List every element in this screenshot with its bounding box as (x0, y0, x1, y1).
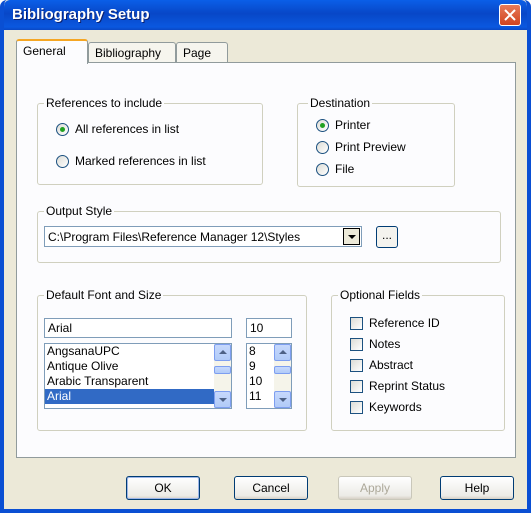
font-list-item[interactable]: Antique Olive (45, 359, 231, 374)
ok-button[interactable]: OK (126, 476, 200, 500)
checkbox-indicator[interactable] (350, 316, 363, 330)
references-group-title: References to include (44, 96, 165, 110)
browse-button[interactable]: ... (376, 226, 398, 248)
radio-marked-references[interactable]: Marked references in list (56, 154, 206, 168)
arrow-up-icon[interactable] (214, 344, 231, 361)
arrow-down-icon[interactable] (214, 391, 231, 408)
font-list-scrollbar[interactable] (214, 344, 231, 408)
cancel-button-label: Cancel (252, 481, 290, 495)
checkbox-keywords-label: Keywords (369, 400, 422, 414)
checkbox-indicator[interactable] (350, 337, 363, 351)
font-list[interactable]: AngsanaUPC Antique Olive Arabic Transparen… (44, 343, 232, 409)
cancel-button[interactable]: Cancel (234, 476, 308, 500)
checkbox-reference-id[interactable]: Reference ID (350, 316, 440, 330)
font-group: Default Font and Size Arial 10 AngsanaUP… (37, 288, 307, 431)
checkbox-notes-label: Notes (369, 337, 401, 351)
font-size-value: 10 (250, 321, 264, 335)
checkbox-keywords[interactable]: Keywords (350, 400, 422, 414)
output-style-value: C:\Program Files\Reference Manager 12\St… (48, 230, 301, 244)
window-title: Bibliography Setup (12, 6, 150, 23)
font-list-item[interactable]: Arial (45, 389, 231, 404)
radio-indicator[interactable] (316, 140, 329, 154)
scroll-thumb[interactable] (214, 366, 231, 374)
optional-fields-group-title: Optional Fields (338, 288, 423, 302)
tab-general-label: General (23, 44, 66, 58)
radio-indicator[interactable] (316, 162, 329, 176)
apply-button: Apply (338, 476, 412, 500)
tab-general[interactable]: General (16, 39, 88, 64)
size-list-scrollbar[interactable] (274, 344, 291, 408)
radio-all-references[interactable]: All references in list (56, 122, 179, 136)
checkbox-indicator[interactable] (350, 400, 363, 414)
help-button[interactable]: Help (440, 476, 514, 500)
radio-file-label: File (335, 162, 355, 176)
output-style-group-title: Output Style (44, 204, 115, 218)
tab-bibliography[interactable]: Bibliography (88, 42, 176, 64)
arrow-up-icon[interactable] (274, 344, 291, 361)
references-group: References to include All references in … (37, 96, 263, 185)
output-style-group: Output Style C:\Program Files\Reference … (37, 204, 501, 263)
font-size-input[interactable]: 10 (246, 318, 292, 338)
tab-page[interactable]: Page (176, 42, 228, 64)
output-style-combo[interactable]: C:\Program Files\Reference Manager 12\St… (44, 226, 362, 247)
close-button[interactable] (499, 4, 521, 26)
ok-button-label: OK (154, 481, 172, 495)
font-group-title: Default Font and Size (44, 288, 164, 302)
checkbox-notes[interactable]: Notes (350, 337, 400, 351)
checkbox-reprint-status[interactable]: Reprint Status (350, 379, 445, 393)
checkbox-reprint-status-label: Reprint Status (369, 379, 446, 393)
dialog-window: Bibliography Setup General Bibliography … (0, 0, 531, 513)
tab-page-label: Page (183, 46, 212, 60)
tab-bibliography-label: Bibliography (95, 46, 162, 60)
font-name-value: Arial (48, 321, 73, 335)
radio-file[interactable]: File (316, 162, 354, 176)
radio-all-references-label: All references in list (75, 122, 180, 136)
font-name-input[interactable]: Arial (44, 318, 232, 338)
radio-printer[interactable]: Printer (316, 118, 370, 132)
font-list-item[interactable]: Arabic Transparent (45, 374, 231, 389)
radio-indicator[interactable] (316, 118, 329, 132)
font-list-item[interactable]: AngsanaUPC (45, 344, 231, 359)
radio-indicator[interactable] (56, 154, 69, 168)
checkbox-indicator[interactable] (350, 379, 363, 393)
destination-group-title: Destination (308, 96, 373, 110)
radio-printer-label: Printer (335, 118, 371, 132)
arrow-down-icon[interactable] (274, 391, 291, 408)
chevron-down-icon[interactable] (343, 228, 360, 245)
checkbox-abstract-label: Abstract (369, 358, 414, 372)
title-bar[interactable]: Bibliography Setup (4, 0, 527, 30)
browse-button-label: ... (381, 228, 392, 242)
destination-group: Destination Printer Print Preview File (297, 96, 455, 187)
radio-indicator[interactable] (56, 122, 69, 136)
radio-print-preview[interactable]: Print Preview (316, 140, 406, 154)
help-button-label: Help (464, 481, 490, 495)
radio-print-preview-label: Print Preview (335, 140, 406, 154)
general-tab-panel: References to include All references in … (16, 62, 516, 458)
font-list-items: AngsanaUPC Antique Olive Arabic Transparen… (45, 344, 231, 404)
apply-button-label: Apply (359, 481, 391, 495)
size-list[interactable]: 8 9 10 11 (246, 343, 292, 409)
optional-fields-group: Optional Fields Reference ID Notes Abstr… (331, 288, 505, 431)
radio-marked-references-label: Marked references in list (75, 154, 206, 168)
checkbox-indicator[interactable] (350, 358, 363, 372)
close-icon (504, 9, 516, 21)
checkbox-abstract[interactable]: Abstract (350, 358, 413, 372)
scroll-thumb[interactable] (274, 366, 291, 374)
checkbox-reference-id-label: Reference ID (369, 316, 440, 330)
